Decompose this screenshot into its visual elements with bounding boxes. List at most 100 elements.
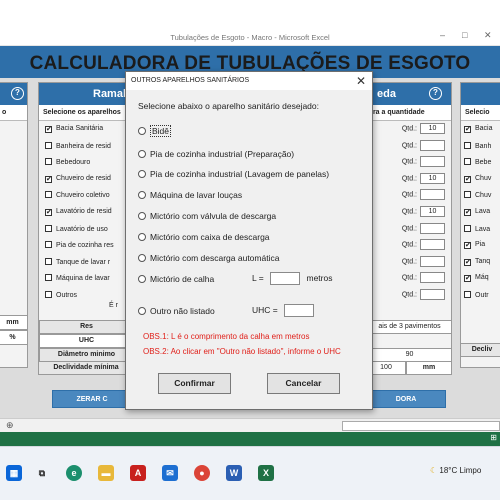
horizontal-scrollbar[interactable] bbox=[342, 421, 500, 431]
far-right-fixture-row[interactable]: Chuv bbox=[464, 191, 491, 199]
quantity-input[interactable] bbox=[420, 222, 445, 234]
option-outro[interactable]: Outro não listado bbox=[138, 306, 215, 316]
checkbox[interactable]: ✔ bbox=[464, 275, 471, 283]
checkbox[interactable]: ✔ bbox=[464, 175, 471, 183]
fixture-checkbox-row[interactable]: Máquina de lavar bbox=[45, 274, 110, 282]
checkbox[interactable] bbox=[45, 224, 52, 232]
radio-button[interactable] bbox=[138, 307, 146, 315]
option-bide[interactable]: Bidê bbox=[138, 125, 172, 137]
radio-button[interactable] bbox=[138, 233, 146, 241]
maximize-button[interactable]: □ bbox=[462, 30, 467, 40]
task-view-icon[interactable]: ⧉ bbox=[34, 465, 50, 481]
far-right-fixture-row[interactable]: Banh bbox=[464, 141, 491, 150]
fixture-checkbox-row[interactable]: Chuveiro coletivo bbox=[45, 191, 110, 199]
cancel-button[interactable]: Cancelar bbox=[267, 373, 340, 394]
quantity-input[interactable] bbox=[420, 139, 445, 151]
radio-button[interactable] bbox=[138, 170, 146, 178]
checkbox[interactable]: ✔ bbox=[464, 126, 471, 133]
checkbox[interactable] bbox=[45, 241, 52, 249]
calha-length-input[interactable] bbox=[270, 272, 301, 285]
quantity-input[interactable] bbox=[420, 156, 445, 168]
radio-button[interactable] bbox=[138, 254, 146, 262]
option-mictorio-automatica[interactable]: Mictório com descarga automática bbox=[138, 253, 279, 263]
help-icon[interactable]: ? bbox=[11, 87, 24, 100]
checkbox[interactable]: ✔ bbox=[45, 175, 52, 183]
fixture-checkbox-row[interactable]: Banheira de resid bbox=[45, 141, 111, 150]
checkbox[interactable]: ✔ bbox=[464, 242, 471, 250]
checkbox[interactable] bbox=[464, 224, 471, 232]
calculadora-button[interactable]: DORA bbox=[366, 390, 446, 408]
checkbox[interactable] bbox=[45, 158, 52, 166]
fixture-checkbox-row[interactable]: Lavatório de uso bbox=[45, 224, 108, 233]
option-pia-lavagem[interactable]: Pia de cozinha industrial (Lavagem de pa… bbox=[138, 169, 329, 179]
fixture-checkbox-row[interactable]: Tanque de lavar r bbox=[45, 257, 110, 266]
checkbox[interactable]: ✔ bbox=[45, 209, 52, 216]
checkbox[interactable] bbox=[45, 191, 52, 199]
checkbox[interactable] bbox=[464, 191, 471, 199]
weather-widget[interactable]: ☾ 18°C Limpo bbox=[430, 466, 481, 475]
quantity-input[interactable]: 10 bbox=[420, 206, 445, 217]
far-right-fixture-row[interactable]: ✔ Chuv bbox=[464, 175, 491, 183]
checkbox[interactable] bbox=[45, 257, 52, 265]
start-icon[interactable]: ▦ bbox=[6, 465, 22, 481]
option-mictorio-valvula[interactable]: Mictório com válvula de descarga bbox=[138, 211, 276, 221]
ramal-panel: Ramal Selecione os aparelhos ✔ Bacia Sani… bbox=[38, 82, 134, 368]
fixture-checkbox-row[interactable]: ✔ Bacia Sanitária bbox=[45, 125, 103, 133]
checkbox[interactable] bbox=[45, 274, 52, 282]
far-right-fixture-row[interactable]: ✔ Máq bbox=[464, 274, 489, 283]
acrobat-icon[interactable]: A bbox=[130, 465, 146, 481]
option-pia-preparacao[interactable]: Pia de cozinha industrial (Preparação) bbox=[138, 149, 294, 159]
radio-button[interactable] bbox=[138, 191, 146, 199]
fixture-checkbox-row[interactable]: ✔ Chuveiro de resid bbox=[45, 175, 111, 183]
checkbox[interactable] bbox=[464, 158, 471, 166]
word-icon[interactable]: W bbox=[226, 465, 242, 481]
radio-button[interactable] bbox=[138, 212, 146, 220]
checkbox[interactable]: ✔ bbox=[464, 258, 471, 266]
far-right-fixture-row[interactable]: ✔ Lava bbox=[464, 208, 490, 216]
excel-statusbar: ⊞ bbox=[0, 432, 500, 446]
help-icon[interactable]: ? bbox=[429, 87, 442, 100]
view-icon[interactable]: ⊞ bbox=[490, 433, 497, 442]
far-right-fixture-row[interactable]: Lava bbox=[464, 224, 490, 233]
fixture-checkbox-row[interactable]: Outros bbox=[45, 291, 77, 299]
checkbox[interactable] bbox=[464, 141, 471, 149]
quantity-input[interactable] bbox=[420, 239, 445, 251]
minimize-button[interactable]: – bbox=[440, 30, 445, 40]
quantity-input[interactable]: 10 bbox=[420, 123, 445, 134]
far-right-fixture-row[interactable]: Outr bbox=[464, 291, 489, 299]
quantity-input[interactable] bbox=[420, 255, 445, 267]
window-close-button[interactable]: ✕ bbox=[484, 30, 492, 41]
option-mictorio-caixa[interactable]: Mictório com caixa de descarga bbox=[138, 232, 270, 242]
file-explorer-icon[interactable]: ▬ bbox=[98, 465, 114, 481]
zerar-button[interactable]: ZERAR C bbox=[52, 390, 132, 408]
radio-button[interactable] bbox=[138, 275, 146, 283]
quantity-input[interactable] bbox=[420, 289, 445, 300]
fixture-checkbox-row[interactable]: ✔ Lavatório de resid bbox=[45, 208, 112, 216]
far-right-fixture-row[interactable]: ✔ Bacia bbox=[464, 125, 493, 133]
quantity-input[interactable] bbox=[420, 189, 445, 201]
mail-icon[interactable]: ✉ bbox=[162, 465, 178, 481]
uhc-input[interactable] bbox=[284, 304, 315, 317]
dialog-close-button[interactable]: ✕ bbox=[356, 74, 366, 88]
fixture-checkbox-row[interactable]: Bebedouro bbox=[45, 158, 90, 166]
edge-icon[interactable]: e bbox=[66, 465, 82, 481]
checkbox[interactable] bbox=[45, 141, 52, 149]
option-mictorio-calha[interactable]: Mictório de calha bbox=[138, 274, 214, 284]
fixture-checkbox-row[interactable]: Pia de cozinha res bbox=[45, 241, 114, 249]
add-sheet-icon[interactable]: ⊕ bbox=[6, 420, 14, 431]
checkbox[interactable] bbox=[45, 291, 52, 298]
option-maquina-louca[interactable]: Máquina de lavar louças bbox=[138, 190, 242, 200]
checkbox[interactable] bbox=[464, 291, 471, 298]
checkbox[interactable]: ✔ bbox=[464, 209, 471, 216]
checkbox[interactable]: ✔ bbox=[45, 126, 52, 133]
far-right-fixture-row[interactable]: ✔ Tanq bbox=[464, 258, 490, 266]
quantity-input[interactable] bbox=[420, 272, 445, 284]
far-right-fixture-row[interactable]: Bebe bbox=[464, 158, 491, 166]
quantity-input[interactable]: 10 bbox=[420, 172, 445, 184]
chrome-icon[interactable]: ● bbox=[194, 465, 210, 481]
radio-button[interactable] bbox=[138, 127, 146, 135]
confirm-button[interactable]: Confirmar bbox=[158, 373, 231, 394]
far-right-fixture-row[interactable]: ✔ Pia bbox=[464, 241, 485, 250]
radio-button[interactable] bbox=[138, 150, 146, 158]
excel-icon[interactable]: X bbox=[258, 465, 274, 481]
